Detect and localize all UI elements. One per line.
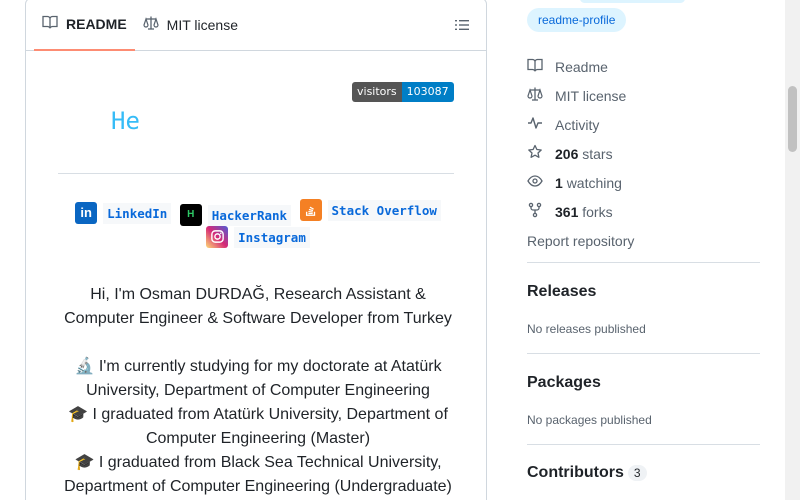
stars-link[interactable]: 206 stars (527, 139, 634, 168)
watching-link[interactable]: 1 watching (527, 168, 634, 197)
report-repository-link[interactable]: Report repository (527, 226, 634, 255)
forks-link[interactable]: 361 forks (527, 197, 634, 226)
law-icon (143, 15, 159, 34)
social-links: in LinkedIn H HackerRank Stack Overflow … (58, 199, 458, 249)
contributors-label: Contributors (527, 464, 624, 481)
linkedin-link[interactable]: in LinkedIn (75, 201, 172, 224)
education-item-cont: Department of Computer Engineering (Unde… (64, 478, 452, 495)
microscope-icon: 🔬 (74, 358, 95, 375)
readme-sidebar-label: Readme (555, 58, 608, 75)
stackoverflow-label: Stack Overflow (327, 200, 441, 221)
graduation-cap-icon: 🎓 (68, 406, 89, 423)
releases-heading[interactable]: Releases (527, 283, 596, 301)
intro-paragraph: Hi, I'm Osman DURDAĞ, Research Assistant… (58, 283, 458, 331)
education-item: 🎓 I graduated from Black Sea Technical U… (74, 454, 442, 471)
education-list: 🔬 I'm currently studying for my doctorat… (58, 355, 458, 499)
visitors-badge-count: 103087 (401, 82, 454, 102)
stars-count: 206 (555, 145, 579, 162)
page-scrollbar[interactable] (785, 0, 800, 500)
graduation-cap-icon: 🎓 (74, 454, 95, 471)
contributors-heading[interactable]: Contributors 3 (527, 464, 647, 482)
topic-tag-partial[interactable] (580, 0, 685, 3)
hackerrank-icon: H (179, 203, 202, 226)
visitors-badge-label: visitors (352, 82, 402, 102)
intro-line: Computer Engineer & Software Developer f… (64, 310, 452, 327)
releases-empty-text: No releases published (527, 322, 646, 336)
contributors-count: 3 (627, 465, 647, 481)
readme-panel: README MIT license visitors 103087 He in… (25, 0, 487, 500)
horizontal-rule (58, 173, 454, 174)
hackerrank-link[interactable]: H HackerRank (179, 203, 292, 226)
forks-text: 361 forks (555, 203, 613, 220)
tab-license[interactable]: MIT license (135, 0, 246, 51)
sidebar-divider (527, 353, 760, 354)
instagram-label: Instagram (234, 226, 310, 248)
book-icon (527, 57, 543, 76)
license-sidebar-link[interactable]: MIT license (527, 81, 634, 110)
instagram-icon (206, 225, 229, 248)
linkedin-icon: in (75, 201, 98, 224)
stackoverflow-icon (299, 199, 322, 221)
linkedin-label: LinkedIn (103, 202, 172, 224)
fork-icon (527, 202, 543, 221)
activity-label: Activity (555, 116, 600, 133)
forks-count: 361 (555, 203, 579, 220)
topic-tag[interactable]: readme-profile (527, 8, 627, 32)
education-item: 🎓 I graduated from Atatürk University, D… (68, 406, 448, 423)
about-links: Readme MIT license Activity 206 stars 1 … (527, 52, 634, 255)
bio-section: Hi, I'm Osman DURDAĞ, Research Assistant… (58, 283, 458, 499)
packages-heading[interactable]: Packages (527, 374, 601, 392)
education-item-cont: University, Department of Computer Engin… (86, 382, 430, 399)
tab-readme[interactable]: README (34, 0, 135, 51)
activity-link[interactable]: Activity (527, 110, 634, 139)
packages-empty-text: No packages published (527, 413, 652, 427)
readme-sidebar-link[interactable]: Readme (527, 52, 634, 81)
tab-readme-label: README (66, 15, 127, 32)
pulse-icon (527, 115, 543, 134)
readme-tab-bar: README MIT license (26, 0, 486, 51)
scrollbar-thumb[interactable] (788, 86, 797, 152)
outline-list-icon[interactable] (454, 17, 470, 33)
watching-text: 1 watching (555, 174, 622, 191)
stackoverflow-link[interactable]: Stack Overflow (299, 199, 441, 221)
sidebar-divider (527, 444, 760, 445)
typing-banner: He (111, 107, 140, 135)
visitors-badge: visitors 103087 (352, 82, 454, 102)
law-icon (527, 86, 543, 105)
instagram-link[interactable]: Instagram (206, 225, 310, 248)
eye-icon (527, 173, 543, 192)
star-icon (527, 144, 543, 163)
education-item-cont: Computer Engineering (Master) (145, 430, 371, 447)
intro-line: Hi, I'm Osman DURDAĞ, Research Assistant… (90, 286, 426, 303)
education-item: 🔬 I'm currently studying for my doctorat… (74, 358, 442, 375)
stars-text: 206 stars (555, 145, 613, 162)
watching-count: 1 (555, 174, 563, 191)
hackerrank-label: HackerRank (207, 204, 292, 226)
tab-license-label: MIT license (166, 16, 238, 33)
license-sidebar-label: MIT license (555, 87, 627, 104)
book-icon (42, 14, 58, 33)
sidebar-divider (527, 262, 760, 263)
